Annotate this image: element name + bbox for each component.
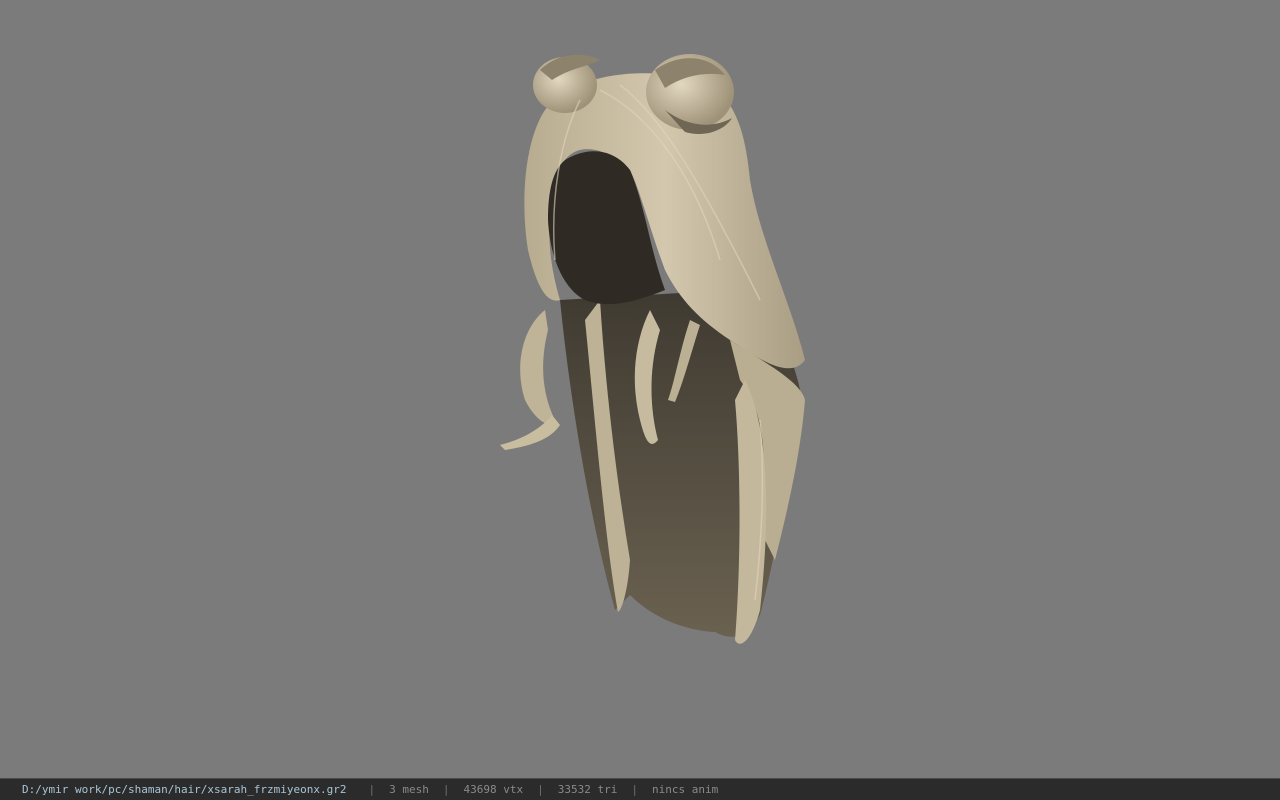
- file-path: D:/ymir work/pc/shaman/hair/xsarah_frzmi…: [22, 783, 347, 796]
- 3d-viewport[interactable]: [0, 0, 1280, 778]
- separator: |: [537, 783, 544, 796]
- vertex-count: 43698 vtx: [463, 783, 524, 796]
- status-bar: D:/ymir work/pc/shaman/hair/xsarah_frzmi…: [0, 778, 1280, 800]
- animation-status: nincs anim: [651, 783, 719, 796]
- separator: |: [631, 783, 638, 796]
- separator: |: [368, 783, 376, 796]
- triangle-count: 33532 tri: [557, 783, 618, 796]
- separator: |: [442, 783, 450, 796]
- hair-model-render: [500, 54, 805, 644]
- mesh-count: 3 mesh: [389, 783, 429, 796]
